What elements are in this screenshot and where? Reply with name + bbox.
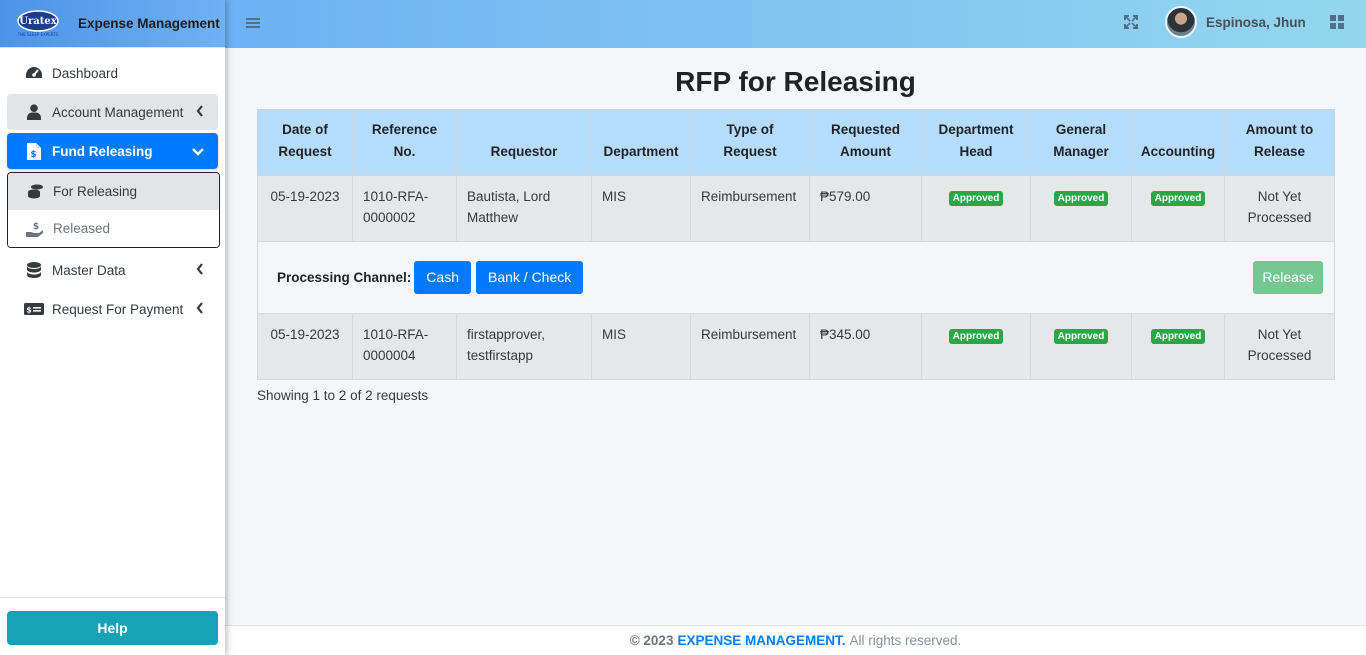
fund-releasing-submenu: For Releasing $ Released <box>7 172 220 248</box>
sidebar-item-label: Released <box>53 221 111 236</box>
table-info: Showing 1 to 2 of 2 requests <box>257 388 429 403</box>
brand[interactable]: Uratex THE SLEEP EXPERTS Expense Managem… <box>0 0 225 48</box>
rfp-table-wrapper: Date of Request Reference No. Requestor De… <box>257 109 1335 380</box>
column-header: Requestor <box>456 109 592 176</box>
chevron-left-icon <box>196 105 204 120</box>
cell-type: Reimbursement <box>690 313 810 380</box>
status-badge: Approved <box>1053 329 1109 344</box>
chevron-left-icon <box>196 263 204 278</box>
sidebar-item-dashboard[interactable]: Dashboard <box>7 55 218 91</box>
coins-icon <box>25 183 45 201</box>
column-header: Department Head <box>921 109 1031 176</box>
sidebar-item-account-management[interactable]: Account Management <box>7 94 218 130</box>
processing-channel-label: Processing Channel: <box>277 270 412 285</box>
column-header: Accounting <box>1131 109 1225 176</box>
status-badge: Approved <box>1053 191 1109 206</box>
cell-date: 05-19-2023 <box>257 313 353 380</box>
table-row[interactable]: 05-19-2023 1010-RFA-0000004 firstapprove… <box>257 313 1335 380</box>
footer-brand-link[interactable]: EXPENSE MANAGEMENT. <box>677 633 845 648</box>
column-header: Type of Request <box>690 109 810 176</box>
cell-release: Not Yet Processed <box>1224 175 1335 242</box>
dashboard-icon <box>24 64 44 82</box>
sidebar-item-label: For Releasing <box>53 184 138 199</box>
sidebar-item-for-releasing[interactable]: For Releasing <box>8 173 219 210</box>
chevron-down-icon <box>192 144 204 159</box>
sidebar-item-label: Request For Payment <box>52 301 184 317</box>
release-button[interactable]: Release <box>1253 261 1323 294</box>
svg-text:THE SLEEP EXPERTS: THE SLEEP EXPERTS <box>17 32 59 37</box>
column-header: Requested Amount <box>809 109 922 176</box>
cell-reference: 1010-RFA-0000002 <box>352 175 457 242</box>
status-badge: Approved <box>948 191 1004 206</box>
main-content: RFP for Releasing Date of Request Referen… <box>225 48 1366 625</box>
cell-gm: Approved <box>1030 175 1132 242</box>
database-icon <box>24 261 44 279</box>
user-avatar[interactable] <box>1165 6 1197 38</box>
cell-accounting: Approved <box>1131 175 1225 242</box>
brand-logo: Uratex THE SLEEP EXPERTS <box>14 9 62 39</box>
sidebar: Uratex THE SLEEP EXPERTS Expense Managem… <box>0 0 225 655</box>
cash-button[interactable]: Cash <box>414 261 471 294</box>
cell-accounting: Approved <box>1131 313 1225 380</box>
sidebar-item-label: Master Data <box>52 262 126 278</box>
processing-channel-row: Processing Channel: Cash Bank / Check Re… <box>257 241 1335 314</box>
column-header: Amount to Release <box>1224 109 1335 176</box>
column-header: Reference No. <box>352 109 457 176</box>
money-bill-icon: $ <box>24 300 44 318</box>
top-navbar: Espinosa, Jhun <box>225 0 1366 48</box>
bank-check-button[interactable]: Bank / Check <box>475 261 584 294</box>
column-header: Department <box>591 109 691 176</box>
cell-dept-head: Approved <box>921 175 1031 242</box>
cell-requestor: Bautista, Lord Matthew <box>456 175 592 242</box>
footer-rights: All rights reserved. <box>849 633 962 648</box>
page-title: RFP for Releasing <box>675 66 916 97</box>
page-footer: © 2023 EXPENSE MANAGEMENT. All rights re… <box>225 625 1366 655</box>
user-icon <box>24 103 44 121</box>
svg-text:$: $ <box>30 150 36 160</box>
cell-department: MIS <box>591 313 691 380</box>
cell-dept-head: Approved <box>921 313 1031 380</box>
chevron-left-icon <box>196 302 204 317</box>
brand-title: Expense Management <box>78 16 220 31</box>
sidebar-item-label: Account Management <box>52 104 184 120</box>
cell-department: MIS <box>591 175 691 242</box>
sidebar-footer: Help <box>0 597 225 655</box>
footer-copyright: © 2023 <box>629 633 674 648</box>
cell-requestor: firstapprover, testfirstapp <box>456 313 592 380</box>
sidebar-item-released[interactable]: $ Released <box>8 210 219 247</box>
svg-text:$: $ <box>33 222 39 232</box>
cell-type: Reimbursement <box>690 175 810 242</box>
help-button[interactable]: Help <box>7 611 218 645</box>
cell-gm: Approved <box>1030 313 1132 380</box>
status-badge: Approved <box>948 329 1004 344</box>
hamburger-menu-icon[interactable] <box>246 16 260 32</box>
sidebar-item-label: Fund Releasing <box>52 143 153 159</box>
apps-grid-icon[interactable] <box>1330 15 1344 32</box>
sidebar-item-request-for-payment[interactable]: $ Request For Payment <box>7 291 218 327</box>
cell-reference: 1010-RFA-0000004 <box>352 313 457 380</box>
cell-release: Not Yet Processed <box>1224 313 1335 380</box>
cell-amount: ₱345.00 <box>809 313 922 380</box>
table-row[interactable]: 05-19-2023 1010-RFA-0000002 Bautista, Lo… <box>257 175 1335 242</box>
sidebar-item-fund-releasing[interactable]: $ Fund Releasing <box>7 133 218 169</box>
hand-holding-dollar-icon: $ <box>25 220 45 238</box>
sidebar-nav: Dashboard Account Management $ Fund Rele… <box>0 48 225 337</box>
status-badge: Approved <box>1150 191 1206 206</box>
sidebar-item-master-data[interactable]: Master Data <box>7 252 218 288</box>
cell-amount: ₱579.00 <box>809 175 922 242</box>
cell-date: 05-19-2023 <box>257 175 353 242</box>
svg-text:Uratex: Uratex <box>19 16 57 27</box>
status-badge: Approved <box>1150 329 1206 344</box>
column-header: Date of Request <box>257 109 353 176</box>
fullscreen-icon[interactable] <box>1124 15 1138 32</box>
svg-text:$: $ <box>26 306 32 315</box>
sidebar-item-label: Dashboard <box>52 65 119 81</box>
table-header-row: Date of Request Reference No. Requestor De… <box>257 109 1335 176</box>
rfp-table: Date of Request Reference No. Requestor De… <box>257 109 1335 380</box>
file-invoice-dollar-icon: $ <box>24 142 44 160</box>
column-header: General Manager <box>1030 109 1132 176</box>
user-name[interactable]: Espinosa, Jhun <box>1206 15 1306 30</box>
processing-channel-cell: Processing Channel: Cash Bank / Check Re… <box>257 241 1335 314</box>
